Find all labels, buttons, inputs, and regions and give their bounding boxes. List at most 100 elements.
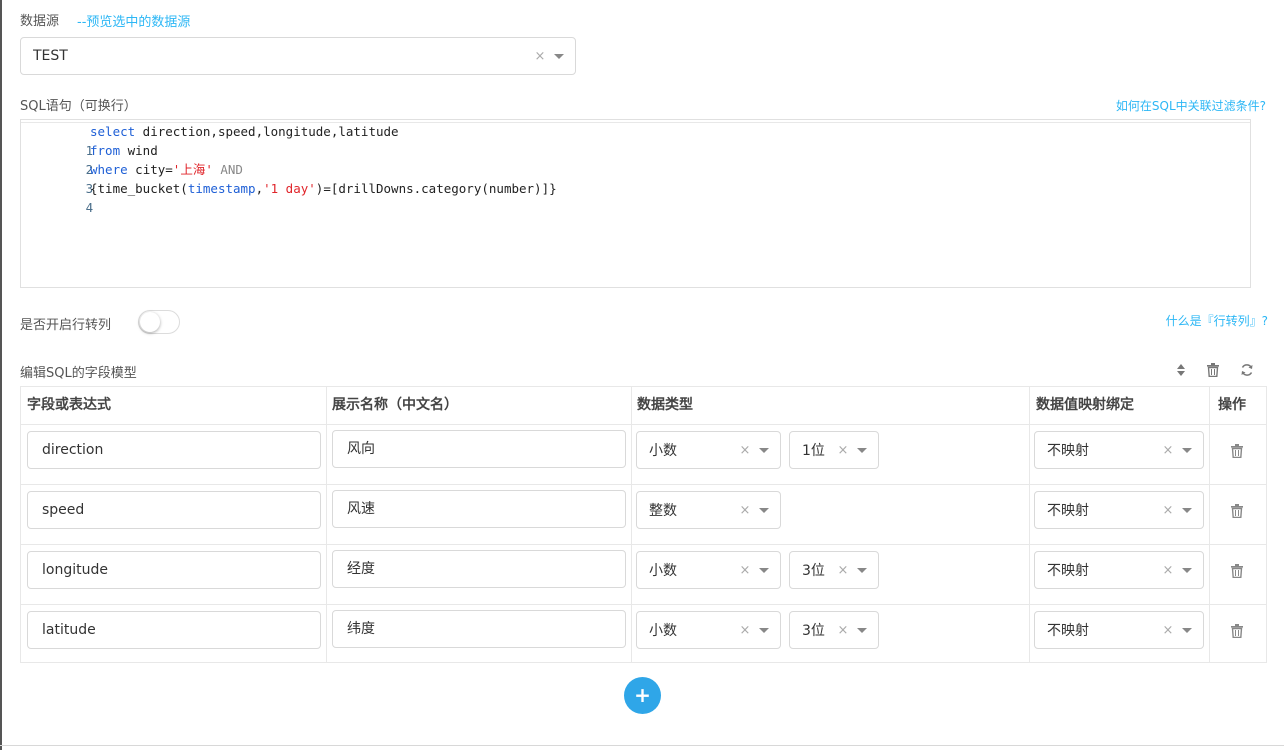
column-divider	[1029, 387, 1030, 662]
sql-text: {time_bucket(	[90, 181, 188, 196]
field-input[interactable]: speed	[27, 491, 321, 529]
datasource-selected-value: TEST	[33, 48, 68, 64]
code-line: 2 from wind	[21, 141, 158, 177]
mapping-select[interactable]: 不映射 ×	[1034, 551, 1204, 589]
chevron-down-icon[interactable]	[759, 507, 769, 513]
chevron-down-icon[interactable]	[1182, 567, 1192, 573]
clear-icon[interactable]: ×	[1159, 563, 1177, 578]
mapping-select[interactable]: 不映射 ×	[1034, 491, 1204, 529]
sql-text: city=	[127, 162, 173, 177]
sql-operator: AND	[212, 162, 243, 177]
trash-icon[interactable]	[1231, 623, 1243, 639]
clear-icon[interactable]: ×	[736, 623, 754, 638]
mapping-select[interactable]: 不映射 ×	[1034, 431, 1204, 469]
field-input[interactable]: latitude	[27, 611, 321, 649]
line-number: 4	[85, 200, 94, 215]
sql-keyword: where	[90, 162, 128, 177]
clear-icon[interactable]: ×	[736, 443, 754, 458]
datasource-select[interactable]: TEST ×	[20, 37, 576, 75]
precision-value: 1位	[802, 443, 825, 459]
display-name-input[interactable]: 风向	[332, 430, 626, 468]
precision-value: 3位	[802, 563, 825, 579]
type-value: 整数	[649, 503, 677, 519]
mapping-value: 不映射	[1047, 563, 1089, 579]
mapping-value: 不映射	[1047, 443, 1089, 459]
sql-label: SQL语句（可换行）	[20, 99, 137, 114]
sql-keyword: from	[90, 143, 121, 158]
sql-text: ,	[255, 181, 264, 196]
mapping-select[interactable]: 不映射 ×	[1034, 611, 1204, 649]
field-model-label: 编辑SQL的字段模型	[20, 366, 137, 381]
column-header: 字段或表达式	[27, 397, 111, 413]
trash-icon[interactable]	[1231, 443, 1243, 459]
precision-select[interactable]: 3位 ×	[789, 611, 879, 649]
column-divider	[1209, 387, 1210, 662]
sql-text: )=[drillDowns.category(number)]}	[315, 181, 557, 196]
chevron-down-icon[interactable]	[857, 447, 867, 453]
toggle-knob[interactable]	[140, 312, 160, 332]
clear-icon[interactable]: ×	[834, 623, 852, 638]
chevron-down-icon[interactable]	[554, 53, 564, 59]
code-line: 4 {time_bucket(timestamp,'1 day')=[drill…	[21, 179, 557, 215]
refresh-icon[interactable]	[1240, 363, 1254, 377]
clear-icon[interactable]: ×	[1159, 623, 1177, 638]
chevron-down-icon[interactable]	[857, 627, 867, 633]
type-value: 小数	[649, 443, 677, 459]
trash-icon[interactable]	[1231, 503, 1243, 519]
sql-string: '1 day'	[263, 181, 316, 196]
chevron-down-icon[interactable]	[759, 567, 769, 573]
mapping-value: 不映射	[1047, 623, 1089, 639]
row-divider	[21, 424, 1266, 425]
datasource-label: 数据源	[20, 14, 60, 29]
clear-icon[interactable]: ×	[736, 503, 754, 518]
chevron-down-icon[interactable]	[1182, 627, 1192, 633]
sql-help-link[interactable]: 如何在SQL中关联过滤条件?	[1116, 97, 1266, 114]
chevron-down-icon[interactable]	[857, 567, 867, 573]
precision-select[interactable]: 3位 ×	[789, 551, 879, 589]
add-row-button[interactable]: +	[624, 677, 661, 714]
display-name-input[interactable]: 纬度	[332, 610, 626, 648]
display-name-input[interactable]: 经度	[332, 550, 626, 588]
type-select[interactable]: 小数 ×	[636, 611, 781, 649]
clear-icon[interactable]: ×	[736, 563, 754, 578]
clear-icon[interactable]: ×	[531, 49, 549, 64]
column-header: 操作	[1218, 397, 1246, 413]
code-line: 1 select direction,speed,longitude,latit…	[21, 122, 399, 158]
type-select[interactable]: 整数 ×	[636, 491, 781, 529]
field-model-table: 字段或表达式 展示名称（中文名） 数据类型 数据值映射绑定 操作 directi…	[20, 386, 1267, 663]
type-value: 小数	[649, 563, 677, 579]
field-input[interactable]: longitude	[27, 551, 321, 589]
precision-select[interactable]: 1位 ×	[789, 431, 879, 469]
trash-icon[interactable]	[1231, 563, 1243, 579]
pivot-help-link[interactable]: 什么是『行转列』?	[1166, 312, 1268, 329]
pivot-toggle[interactable]	[138, 310, 180, 334]
sql-editor[interactable]: 1 select direction,speed,longitude,latit…	[20, 119, 1251, 288]
pivot-label: 是否开启行转列	[20, 318, 112, 333]
type-value: 小数	[649, 623, 677, 639]
chevron-down-icon[interactable]	[759, 447, 769, 453]
clear-icon[interactable]: ×	[834, 443, 852, 458]
clear-icon[interactable]: ×	[1159, 503, 1177, 518]
sql-keyword: timestamp	[187, 181, 256, 196]
sql-text: direction,speed,longitude,latitude	[135, 124, 399, 139]
column-header: 数据值映射绑定	[1036, 397, 1134, 413]
type-select[interactable]: 小数 ×	[636, 551, 781, 589]
clear-icon[interactable]: ×	[834, 563, 852, 578]
sql-text: wind	[120, 143, 158, 158]
sort-icon[interactable]	[1174, 363, 1188, 377]
chevron-down-icon[interactable]	[1182, 447, 1192, 453]
left-border	[0, 0, 2, 750]
row-divider	[21, 484, 1266, 485]
field-input[interactable]: direction	[27, 431, 321, 469]
sql-string: '上海'	[172, 162, 213, 177]
datasource-preview-link[interactable]: --预览选中的数据源	[77, 11, 190, 30]
trash-icon[interactable]	[1206, 363, 1220, 378]
type-select[interactable]: 小数 ×	[636, 431, 781, 469]
clear-icon[interactable]: ×	[1159, 443, 1177, 458]
row-divider	[21, 604, 1266, 605]
chevron-down-icon[interactable]	[759, 627, 769, 633]
mapping-value: 不映射	[1047, 503, 1089, 519]
column-header: 数据类型	[637, 397, 693, 413]
chevron-down-icon[interactable]	[1182, 507, 1192, 513]
display-name-input[interactable]: 风速	[332, 490, 626, 528]
